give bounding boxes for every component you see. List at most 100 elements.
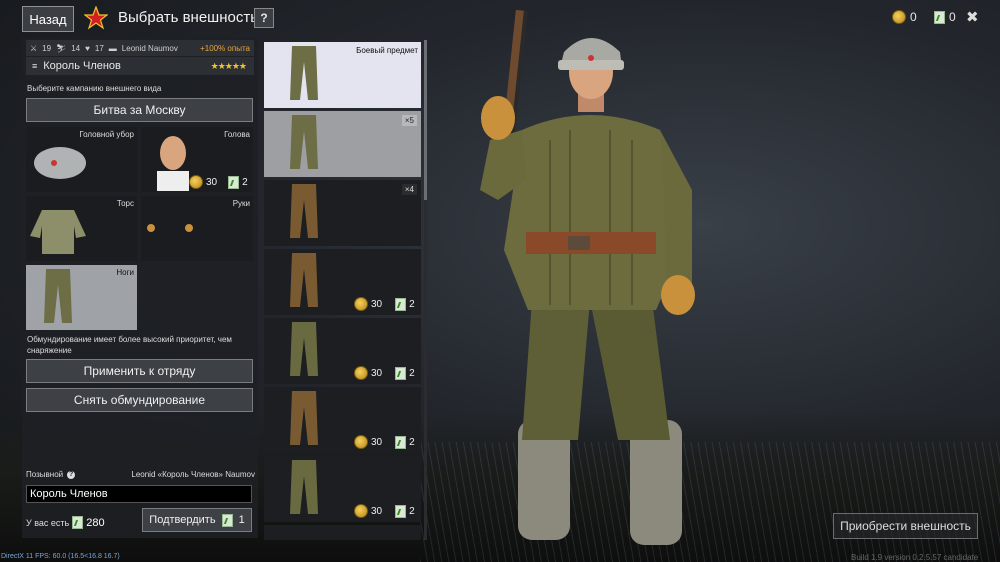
head-price-gold: 30 <box>206 176 218 188</box>
stat-health: 17 <box>94 43 104 53</box>
back-button[interactable]: Назад <box>22 6 74 32</box>
campaign-label: Выберите кампанию внешнего вида <box>27 84 162 93</box>
list-item[interactable] <box>264 525 421 540</box>
ticket-icon <box>395 297 407 311</box>
ticket-icon <box>395 435 407 449</box>
confirm-button[interactable]: Подтвердить 1 <box>142 508 252 532</box>
gold-coin-icon <box>354 297 368 311</box>
trousers-list: Боевый предмет ×5 ×4 30 2 30 2 30 2 30 2 <box>262 40 425 540</box>
head-icon <box>157 136 189 191</box>
confirm-label: Подтвердить <box>149 514 216 526</box>
item-price-gold: 30 <box>371 367 383 379</box>
apply-to-squad-button[interactable]: Применить к отряду <box>26 359 253 383</box>
callsign-label: Позывной <box>26 470 64 479</box>
ticket-icon <box>395 504 407 518</box>
item-price: 30 2 <box>354 297 415 311</box>
confirm-cost: 1 <box>238 514 245 526</box>
player-name: Leonid Naumov <box>121 43 178 53</box>
weapon-icon: ▬ <box>108 43 117 53</box>
build-version: Build 1.9 version 0.2.5.57 candidate <box>851 553 979 562</box>
ticket-icon <box>72 516 84 529</box>
gold-balance-value: 0 <box>910 10 917 24</box>
class-icon: ⚔ <box>30 43 38 53</box>
fps-counter: DirectX 11 FPS: 60.0 (16.5<16.8 16.7) <box>1 553 120 560</box>
remove-uniform-button[interactable]: Снять обмундирование <box>26 388 253 412</box>
have-value: 280 <box>86 516 105 529</box>
gold-balance: 0 <box>892 10 917 24</box>
item-quantity: ×5 <box>401 115 417 126</box>
ticket-icon <box>395 366 407 380</box>
slot-hands-label: Руки <box>232 199 250 208</box>
rank-icon: ≡ <box>32 61 38 71</box>
balance-row: У вас есть 280 <box>26 516 105 529</box>
trousers-icon <box>290 391 318 445</box>
item-price-tickets: 2 <box>409 505 415 517</box>
soldier-preview[interactable] <box>470 10 710 562</box>
jacket-icon <box>30 210 86 254</box>
list-item[interactable]: Боевый предмет <box>264 42 421 108</box>
scrollbar-thumb[interactable] <box>424 40 427 200</box>
ushanka-icon <box>34 147 86 179</box>
heart-icon: ♥ <box>85 43 90 53</box>
appearance-panel: ⚔ 19 ⛷ 14 ♥ 17 ▬ Leonid Naumov +100% опы… <box>22 38 258 538</box>
ticket-balance: 0 <box>934 10 956 24</box>
slot-headgear[interactable]: Головной убор <box>26 127 137 192</box>
slot-headgear-label: Головной убор <box>79 130 134 139</box>
callsign-label-row: Позывной ? <box>26 470 76 479</box>
help-icon[interactable]: ? <box>67 470 76 479</box>
ticket-icon <box>228 175 240 189</box>
campaign-select[interactable]: Битва за Москву <box>26 98 253 122</box>
page-title: Выбрать внешность <box>118 9 259 26</box>
item-price-tickets: 2 <box>409 298 415 310</box>
star-icon <box>84 6 108 30</box>
stat-level: 19 <box>42 43 52 53</box>
item-price: 30 2 <box>354 504 415 518</box>
slot-hands[interactable]: Руки <box>141 196 253 261</box>
gold-coin-icon <box>354 366 368 380</box>
callsign-full-name: Leonid «Король Членов» Naumov <box>131 470 255 479</box>
squad-name: Король Членов <box>43 60 121 72</box>
gold-coin-icon <box>892 10 906 24</box>
trousers-icon <box>290 253 318 307</box>
slot-head-label: Голова <box>224 130 250 139</box>
list-item[interactable]: 30 2 <box>264 387 421 453</box>
trousers-icon <box>290 460 318 514</box>
item-price: 30 2 <box>354 366 415 380</box>
gloves-icon <box>147 224 193 232</box>
ticket-icon <box>934 10 945 24</box>
stat-skill: 14 <box>71 43 81 53</box>
buy-appearance-button[interactable]: Приобрести внешность <box>833 513 978 539</box>
item-price: 30 2 <box>354 435 415 449</box>
slot-torso[interactable]: Торс <box>26 196 137 261</box>
help-button[interactable]: ? <box>254 8 274 28</box>
squad-row[interactable]: ≡ Король Членов ★★★★★ <box>26 57 254 75</box>
list-scrollbar[interactable] <box>424 40 427 540</box>
trousers-icon <box>44 269 72 323</box>
priority-note: Обмундирование имеет более высокий приор… <box>27 335 232 355</box>
item-price-tickets: 2 <box>409 436 415 448</box>
item-price-tickets: 2 <box>409 367 415 379</box>
trousers-icon <box>290 46 318 100</box>
xp-bonus-badge: +100% опыта <box>200 43 250 53</box>
list-item[interactable]: ×4 <box>264 180 421 246</box>
ticket-balance-value: 0 <box>949 10 956 24</box>
item-price-gold: 30 <box>371 436 383 448</box>
list-item[interactable]: ×5 <box>264 111 421 177</box>
trousers-icon <box>290 184 318 238</box>
ticket-icon <box>221 513 233 527</box>
list-item[interactable]: 30 2 <box>264 318 421 384</box>
close-button[interactable]: ✖ <box>966 8 979 26</box>
slot-legs[interactable]: Ноги <box>26 265 137 330</box>
rating-stars: ★★★★★ <box>210 60 247 71</box>
item-tag: Боевый предмет <box>356 46 418 55</box>
callsign-input[interactable]: Король Членов <box>26 485 252 503</box>
head-price-tickets: 2 <box>242 176 248 188</box>
gold-coin-icon <box>354 435 368 449</box>
gold-coin-icon <box>354 504 368 518</box>
item-price-gold: 30 <box>371 298 383 310</box>
gold-coin-icon <box>189 175 203 189</box>
trousers-icon <box>290 115 318 169</box>
list-item[interactable]: 30 2 <box>264 456 421 522</box>
list-item[interactable]: 30 2 <box>264 249 421 315</box>
slot-head[interactable]: Голова 30 2 <box>141 127 253 192</box>
